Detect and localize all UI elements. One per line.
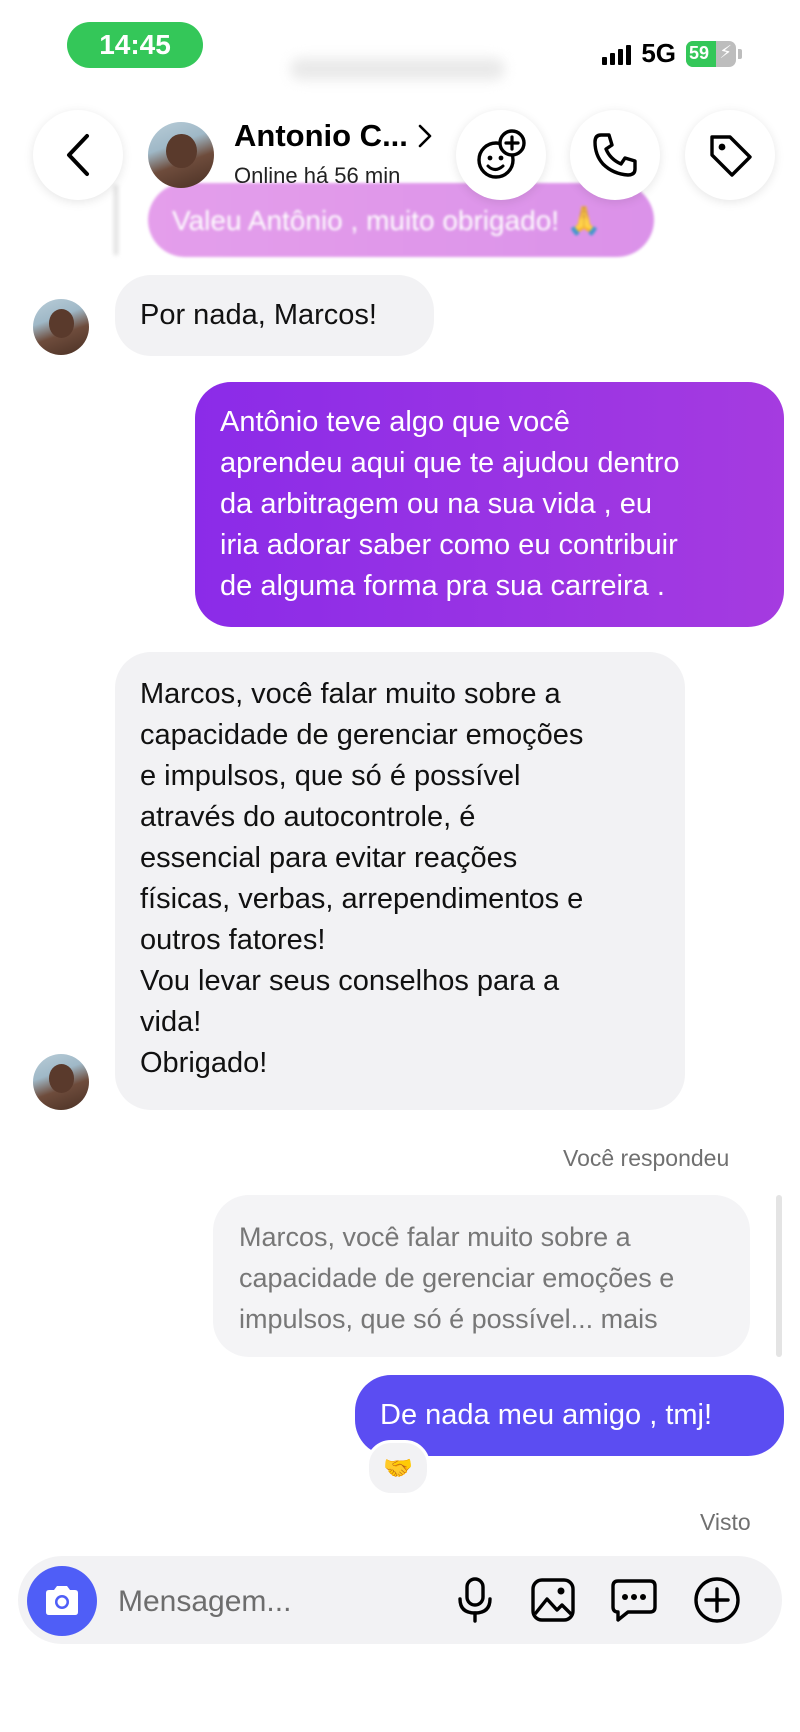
- battery-level: 59: [689, 43, 710, 63]
- charging-bolt-icon: ⚡: [719, 41, 732, 62]
- message-text: Por nada, Marcos!: [140, 299, 377, 331]
- camera-button[interactable]: [27, 1566, 97, 1636]
- quote-scroll-indicator: [776, 1195, 782, 1357]
- sender-avatar[interactable]: [33, 299, 89, 355]
- message-input[interactable]: [116, 1574, 440, 1630]
- sticker-button[interactable]: [608, 1574, 660, 1626]
- back-button[interactable]: [33, 110, 123, 200]
- microphone-button[interactable]: [449, 1574, 501, 1626]
- message-text: Marcos, você falar muito sobre a capacid…: [140, 678, 584, 1079]
- tag-button[interactable]: [685, 110, 775, 200]
- quoted-message[interactable]: Marcos, você falar muito sobre a capacid…: [213, 1195, 750, 1357]
- camera-icon: [46, 1586, 78, 1615]
- gallery-button[interactable]: [527, 1574, 579, 1626]
- battery-icon: 59 ⚡: [686, 40, 736, 67]
- phone-icon: [593, 133, 637, 177]
- quoted-message-text: Marcos, você falar muito sobre a capacid…: [239, 1222, 675, 1334]
- contact-presence: Online há 56 min: [234, 163, 401, 188]
- sender-avatar[interactable]: [33, 1054, 89, 1110]
- message-reaction[interactable]: 🤝: [366, 1440, 430, 1496]
- previous-message-text: Valeu Antônio , muito obrigado! 🙏: [172, 204, 602, 236]
- gallery-icon: [531, 1578, 575, 1622]
- chevron-right-icon: [418, 124, 432, 148]
- call-button[interactable]: [570, 110, 660, 200]
- outgoing-message-bubble[interactable]: Antônio teve algo que você aprendeu aqui…: [195, 382, 784, 627]
- add-effect-icon: [477, 129, 526, 179]
- more-button[interactable]: [691, 1574, 743, 1626]
- status-time: 14:45: [67, 22, 203, 68]
- incoming-message-bubble[interactable]: Por nada, Marcos!: [115, 275, 434, 356]
- network-type: 5G: [641, 38, 676, 68]
- handshake-icon: 🤝: [383, 1454, 413, 1482]
- tag-icon: [710, 135, 752, 177]
- plus-icon: [694, 1577, 740, 1623]
- effects-button[interactable]: [456, 110, 546, 200]
- signal-icon: [602, 43, 632, 65]
- chat-sticker-icon: [611, 1579, 657, 1622]
- blurred-timestamp: [290, 58, 505, 80]
- back-chevron-icon: [67, 134, 89, 176]
- contact-name[interactable]: Antonio C...: [234, 118, 432, 154]
- status-indicators: 5G 59 ⚡: [602, 38, 742, 69]
- message-text: Antônio teve algo que você aprendeu aqui…: [220, 406, 680, 602]
- battery-tip: [738, 48, 742, 59]
- incoming-message-bubble[interactable]: Marcos, você falar muito sobre a capacid…: [115, 652, 685, 1110]
- seen-status: Visto: [700, 1509, 751, 1535]
- message-text: De nada meu amigo , tmj!: [380, 1399, 713, 1431]
- microphone-icon: [458, 1577, 492, 1623]
- contact-name-text: Antonio C...: [234, 118, 408, 153]
- previous-message-bubble[interactable]: Valeu Antônio , muito obrigado! 🙏: [148, 183, 654, 257]
- contact-avatar[interactable]: [148, 122, 214, 188]
- reply-label: Você respondeu: [563, 1145, 730, 1171]
- reply-line: [114, 185, 118, 255]
